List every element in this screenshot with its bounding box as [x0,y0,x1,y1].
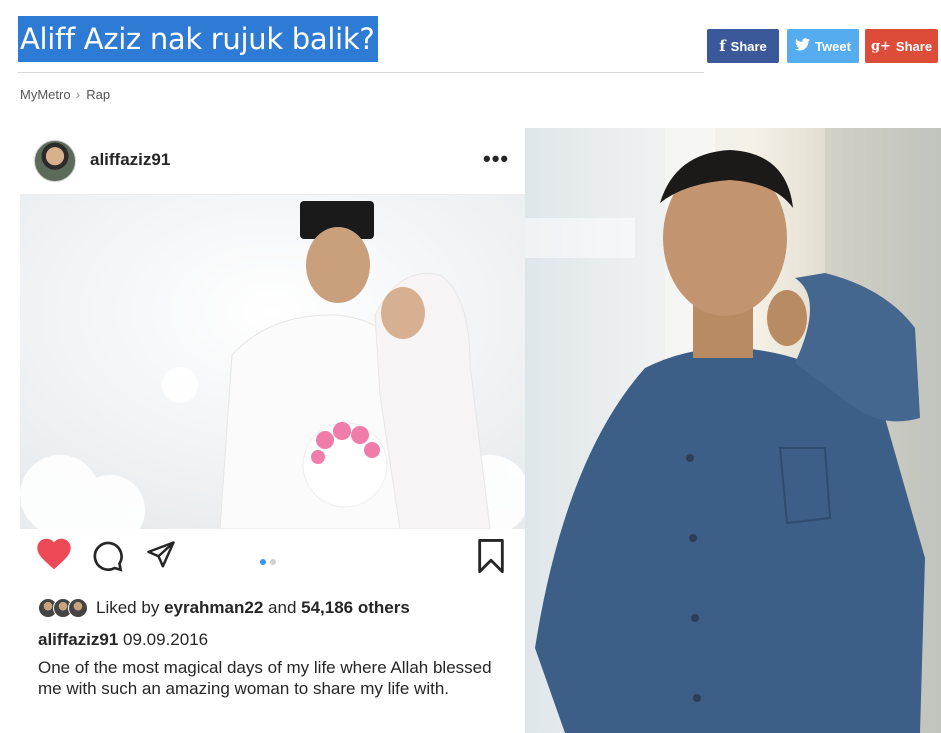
comment-icon[interactable] [92,540,124,577]
wedding-photo [20,195,525,529]
facebook-share-label: Share [730,38,767,54]
google-plus-icon: g+ [870,38,891,54]
like-heart-icon[interactable] [36,538,72,575]
carousel-dot-active [260,559,266,565]
twitter-icon [795,37,811,55]
liked-and-text: and [268,598,297,617]
caption-header: aliffaziz91 09.09.2016 [38,630,208,650]
google-plus-share-button[interactable]: g+ Share [865,29,938,63]
instagram-username: aliffaziz91 [90,150,171,169]
likes-summary: Liked by eyrahman22 and 54,186 others [38,598,410,618]
avatar [34,140,76,182]
facebook-icon: f [719,37,726,55]
caption-date: 09.09.2016 [123,630,209,649]
portrait-photo [525,128,941,733]
liked-others-count: 54,186 others [301,598,410,617]
breadcrumb: MyMetro › Rap [20,86,110,102]
carousel-indicator [260,559,276,565]
breadcrumb-item-rap[interactable]: Rap [86,87,110,102]
liker-avatars [38,598,88,618]
carousel-dot [270,559,276,565]
liked-by-text: Liked by [96,598,160,617]
caption-text: One of the most magical days of my life … [38,658,492,698]
title-divider [18,72,704,73]
facebook-share-button[interactable]: f Share [707,29,779,63]
breadcrumb-item-mymetro[interactable]: MyMetro [20,87,71,102]
avatar [68,598,88,618]
caption-username: aliffaziz91 [38,630,119,649]
twitter-tweet-button[interactable]: Tweet [787,29,859,63]
google-plus-share-label: Share [895,38,933,54]
instagram-post-screenshot: aliffaziz91 ••• Liked by eyrahman22 and … [20,128,525,733]
bookmark-save-icon[interactable] [476,539,506,578]
twitter-tweet-label: Tweet [815,38,851,54]
article-title: Aliff Aziz nak rujuk balik? [18,16,379,62]
liked-by-user: eyrahman22 [164,598,264,617]
more-options-icon: ••• [483,146,510,171]
send-direct-icon[interactable] [145,540,177,575]
instagram-post-header: aliffaziz91 ••• [20,128,525,195]
chevron-right-icon: › [75,86,81,102]
